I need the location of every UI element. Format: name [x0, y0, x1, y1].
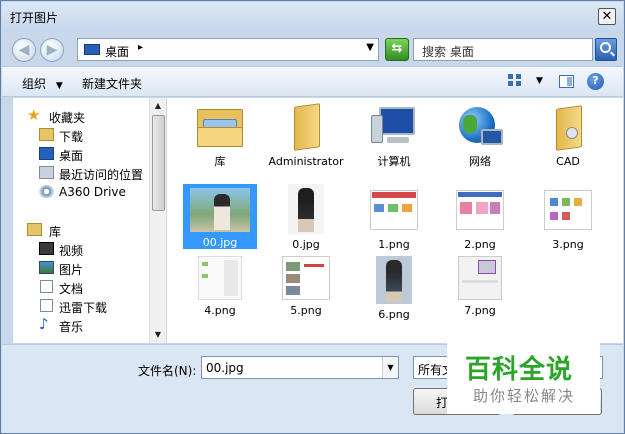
file-item-00-jpg[interactable]: 00.jpg [183, 184, 257, 249]
sidebar-item-downloads[interactable]: 下载 [13, 126, 153, 144]
file-item-network[interactable]: 网络 [439, 103, 521, 168]
dialog-title: 打开图片 [10, 11, 59, 25]
organize-button[interactable]: 组织 ▼ [22, 75, 63, 92]
photo-thumbnail [190, 188, 250, 232]
computer-icon [369, 103, 419, 151]
file-item-1-png[interactable]: 1.png [353, 184, 435, 251]
watermark-title: 百科全说 [465, 355, 574, 385]
screenshot-thumbnail [370, 190, 418, 230]
close-icon: ✕ [601, 9, 613, 24]
navigation-pane: ★ 收藏夹 下载 桌面 最近访问的位置 A360 Drive 库 视频 图片 文… [13, 98, 166, 343]
help-icon[interactable]: ? [587, 73, 604, 90]
file-item-3-png[interactable]: 3.png [527, 184, 609, 251]
watermark-subtitle: 助你轻松解决 [473, 387, 576, 405]
view-mode-icon[interactable] [508, 74, 524, 88]
music-note-icon: ♪ [39, 315, 49, 333]
sidebar-scrollbar[interactable]: ▲ ▼ [149, 98, 166, 343]
open-image-dialog: 打开图片 ✕ ◀ ▶ 桌面 ▸ ▼ ⇆ 搜索 桌面 组织 ▼ 新建文件夹 ▼ ?… [0, 0, 625, 434]
organize-dropdown-icon: ▼ [55, 81, 63, 91]
refresh-icon: ⇆ [391, 41, 403, 56]
forward-button[interactable]: ▶ [40, 38, 64, 62]
library-icon [27, 223, 42, 236]
library-folder-icon [195, 103, 245, 151]
user-folder-icon [286, 103, 326, 151]
filename-value: 00.jpg [206, 361, 244, 375]
filename-label: 文件名(N): [138, 364, 197, 378]
recent-places-icon [39, 166, 54, 179]
sidebar-item-desktop[interactable]: 桌面 [13, 145, 153, 163]
filename-field[interactable]: 00.jpg ▼ [201, 356, 399, 379]
file-item-5-png[interactable]: 5.png [265, 256, 347, 317]
file-item-4-png[interactable]: 4.png [179, 256, 261, 317]
search-button[interactable] [595, 38, 617, 61]
download-doc-icon [40, 299, 53, 312]
download-folder-icon [39, 128, 54, 141]
star-icon: ★ [27, 106, 41, 124]
sidebar-item-favorites[interactable]: ★ 收藏夹 [13, 106, 153, 125]
file-item-administrator[interactable]: Administrator [265, 103, 347, 168]
file-list: 库 Administrator 计算机 网络 CAD 00.jpg 0.jpg … [167, 98, 623, 343]
network-globe-icon [455, 103, 505, 151]
breadcrumb-chevron-icon[interactable]: ▸ [138, 42, 143, 53]
file-item-0-jpg[interactable]: 0.jpg [265, 184, 347, 251]
file-item-computer[interactable]: 计算机 [353, 103, 435, 168]
sidebar-item-libraries[interactable]: 库 [13, 221, 153, 239]
sidebar-item-thunder[interactable]: 迅雷下载 [13, 297, 153, 315]
screenshot-thumbnail [456, 190, 504, 230]
screenshot-thumbnail [282, 256, 330, 300]
sidebar-item-recent[interactable]: 最近访问的位置 [13, 164, 153, 182]
sidebar-item-music[interactable]: ♪ 音乐 [13, 315, 153, 334]
cad-folder-icon [548, 103, 588, 151]
cloud-drive-icon [39, 185, 54, 198]
file-item-6-png[interactable]: 6.png [353, 256, 435, 321]
back-button[interactable]: ◀ [12, 38, 36, 62]
photo-thumbnail [376, 256, 412, 304]
pictures-icon [39, 261, 54, 274]
organize-label: 组织 [22, 77, 47, 91]
scroll-down-icon[interactable]: ▼ [150, 327, 166, 343]
search-placeholder: 搜索 桌面 [422, 45, 474, 59]
scroll-thumb[interactable] [152, 115, 165, 211]
forward-arrow-icon: ▶ [46, 42, 58, 58]
file-item-cad[interactable]: CAD [527, 103, 609, 168]
file-item-2-png[interactable]: 2.png [439, 184, 521, 251]
file-item-library[interactable]: 库 [179, 103, 261, 168]
sidebar-item-a360[interactable]: A360 Drive [13, 183, 153, 201]
scroll-up-icon[interactable]: ▲ [150, 98, 166, 114]
preview-pane-icon[interactable] [559, 75, 574, 88]
refresh-button[interactable]: ⇆ [385, 38, 409, 61]
search-input[interactable]: 搜索 桌面 [413, 38, 593, 61]
title-bar: 打开图片 ✕ [2, 2, 623, 32]
address-row: ◀ ▶ 桌面 ▸ ▼ ⇆ 搜索 桌面 [2, 33, 623, 65]
photo-thumbnail [288, 184, 324, 234]
file-item-7-png[interactable]: 7.png [439, 256, 521, 317]
desktop-icon [39, 147, 54, 160]
screenshot-thumbnail [198, 256, 242, 300]
address-bar[interactable]: 桌面 ▸ ▼ [77, 38, 379, 61]
sidebar-item-documents[interactable]: 文档 [13, 278, 153, 296]
address-location: 桌面 [105, 45, 130, 59]
desktop-icon [84, 44, 100, 55]
sidebar-item-pictures[interactable]: 图片 [13, 259, 153, 277]
filename-dropdown-icon[interactable]: ▼ [382, 357, 398, 378]
screenshot-thumbnail [544, 190, 592, 230]
toolbar: 组织 ▼ 新建文件夹 ▼ ? [2, 66, 623, 97]
view-dropdown-icon[interactable]: ▼ [536, 76, 543, 86]
documents-icon [40, 280, 53, 293]
address-dropdown-icon[interactable]: ▼ [366, 42, 374, 53]
back-arrow-icon: ◀ [18, 42, 30, 58]
close-button[interactable]: ✕ [598, 8, 616, 25]
screenshot-thumbnail [458, 256, 502, 300]
search-icon [600, 42, 611, 53]
video-icon [39, 242, 54, 255]
new-folder-button[interactable]: 新建文件夹 [82, 75, 142, 92]
new-folder-label: 新建文件夹 [82, 77, 143, 91]
watermark: 百科全说 助你轻松解决 [447, 343, 600, 414]
sidebar-item-videos[interactable]: 视频 [13, 240, 153, 258]
